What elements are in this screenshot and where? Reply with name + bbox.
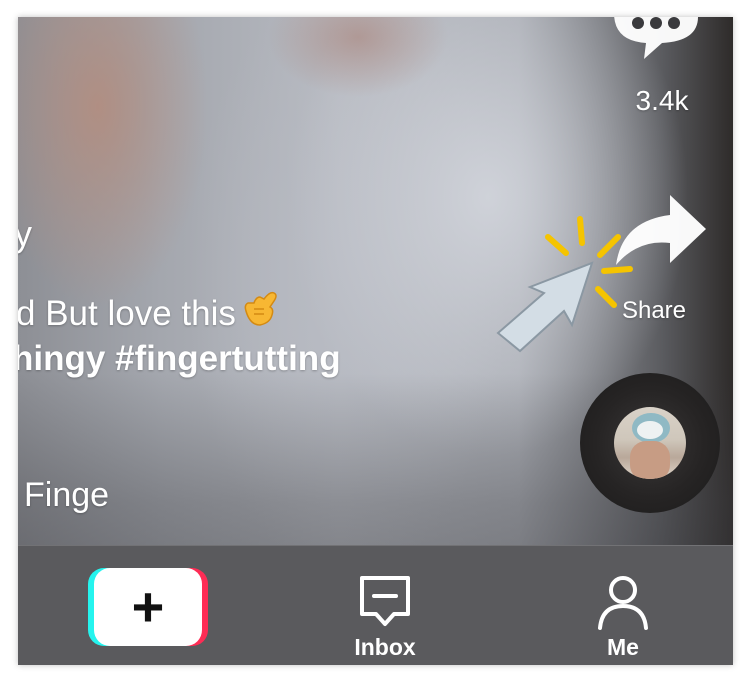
- video-feed-screen: y d But love this hingy #fingertutting F…: [18, 17, 733, 665]
- nav-me[interactable]: Me: [578, 576, 668, 665]
- nav-inbox[interactable]: Inbox: [340, 576, 430, 665]
- click-cursor-icon: [468, 213, 648, 373]
- music-title[interactable]: Finge: [24, 476, 109, 515]
- title-fragment: y: [18, 213, 32, 254]
- caption-line-1: d But love this: [18, 289, 284, 338]
- me-label: Me: [607, 634, 639, 660]
- profile-icon: [598, 576, 648, 630]
- call-me-hand-emoji-icon: [240, 289, 284, 338]
- comment-count: 3.4k: [635, 85, 689, 116]
- music-disc-avatar: [614, 407, 686, 479]
- inbox-icon: [360, 576, 410, 626]
- caption-line-2[interactable]: hingy #fingertutting: [18, 339, 341, 379]
- bottom-navigation-bar: + Inbox Me: [18, 545, 733, 665]
- create-video-button[interactable]: +: [88, 568, 208, 646]
- comment-bubble-icon[interactable]: [604, 17, 708, 83]
- caption-text: d But love this: [18, 294, 236, 333]
- inbox-label: Inbox: [354, 634, 416, 660]
- plus-icon: +: [131, 575, 165, 638]
